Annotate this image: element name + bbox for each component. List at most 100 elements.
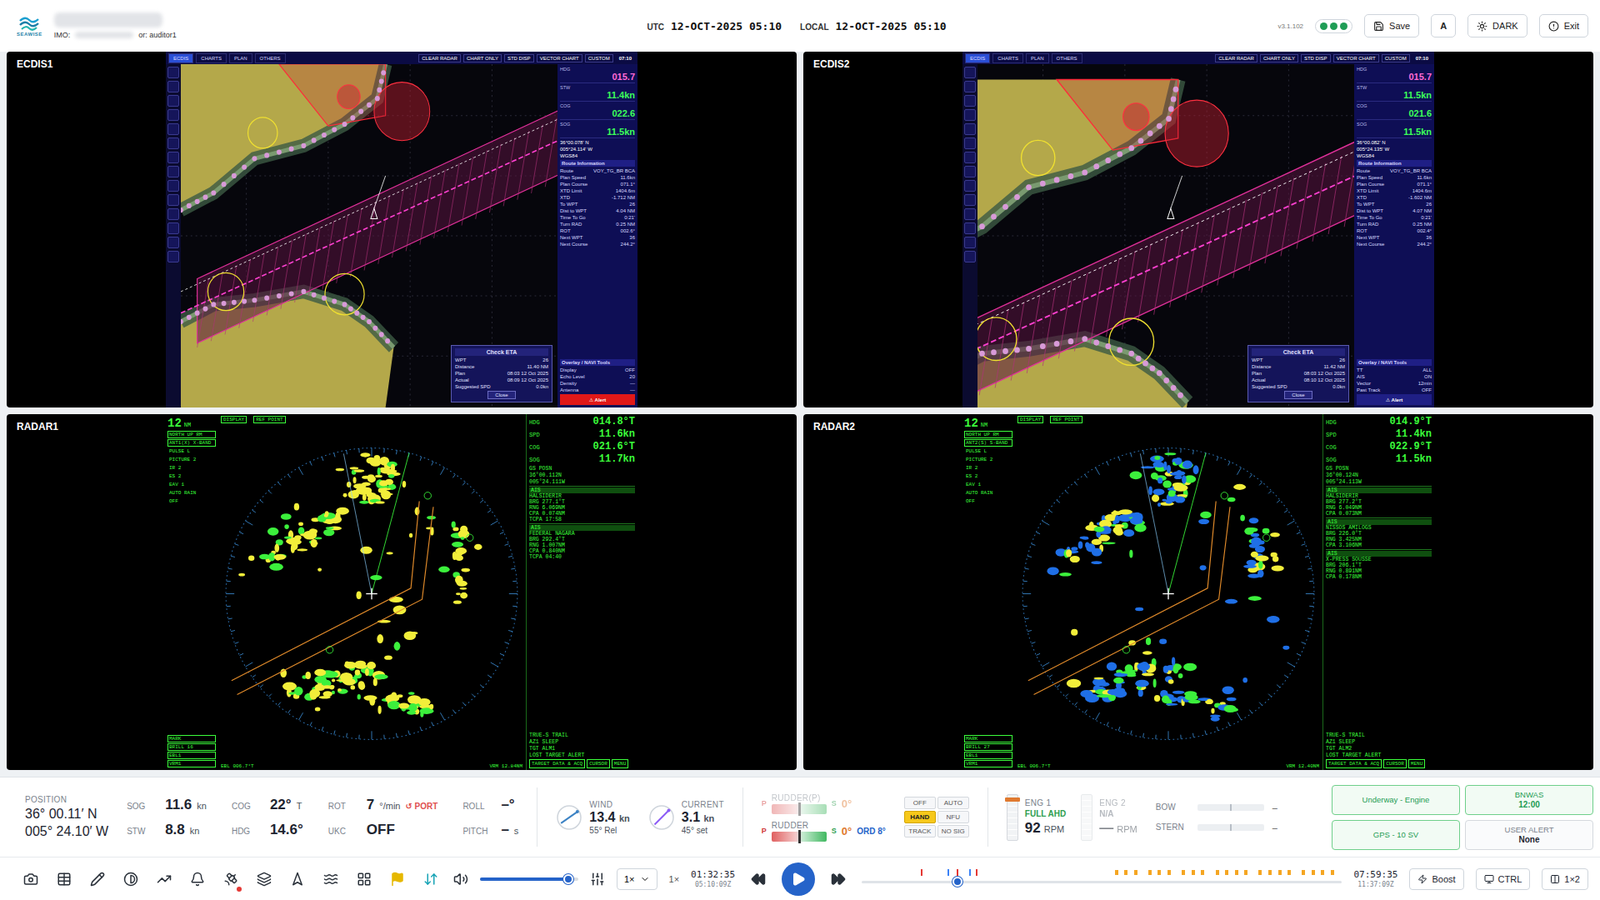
- timeline-event[interactable]: [1258, 870, 1262, 875]
- target-block[interactable]: AISHALSIDERIRBRG 277.1°TRNG 6.069NMCPA 0…: [529, 485, 635, 523]
- ecdis-tool-button[interactable]: [964, 180, 976, 192]
- timeline-event[interactable]: [1301, 870, 1305, 875]
- timeline-marker[interactable]: [947, 869, 950, 876]
- steering-mode-button[interactable]: OFF: [904, 796, 936, 810]
- radar-control[interactable]: BRILL 27: [964, 743, 1013, 751]
- steering-mode-button[interactable]: AUTO: [937, 796, 970, 810]
- status-chip[interactable]: BNWAS12:00: [1465, 785, 1594, 815]
- table-button[interactable]: [53, 868, 75, 890]
- timeline-event[interactable]: [1167, 870, 1171, 875]
- rewind-button[interactable]: [746, 867, 770, 891]
- fast-forward-button[interactable]: [826, 867, 850, 891]
- radar-setting[interactable]: AUTO RAIN: [167, 489, 216, 497]
- camera-button[interactable]: [20, 868, 42, 890]
- bell-button[interactable]: [186, 868, 209, 890]
- ecdis-tool-button[interactable]: [167, 151, 180, 164]
- steering-mode-button[interactable]: NFU: [937, 810, 970, 824]
- radar-setting[interactable]: OFF: [167, 497, 216, 505]
- exit-button[interactable]: Exit: [1539, 14, 1589, 38]
- timeline-event[interactable]: [1278, 870, 1282, 875]
- radar-setting[interactable]: ES 2: [167, 472, 216, 480]
- ecdis-tool-button[interactable]: [167, 180, 180, 192]
- radar-setting[interactable]: IR 2: [167, 464, 216, 472]
- radar-setting[interactable]: ANT2(S) S-BAND: [964, 439, 1013, 447]
- radar-control[interactable]: MARK: [964, 735, 1013, 743]
- radar-footer-button[interactable]: MENU: [611, 759, 629, 769]
- theme-button[interactable]: DARK: [1467, 14, 1528, 38]
- ecdis-tool-button[interactable]: [964, 194, 976, 206]
- status-chip[interactable]: Underway - Engine: [1331, 785, 1460, 815]
- radar-setting[interactable]: AUTO RAIN: [964, 489, 1013, 497]
- ecdis-tool-button[interactable]: [167, 80, 180, 93]
- boost-button[interactable]: Boost: [1409, 868, 1464, 890]
- ecdis-tool-button[interactable]: [964, 250, 976, 263]
- ecdis-tool-button[interactable]: [167, 95, 180, 107]
- target-block[interactable]: AISX-PRESS SOUSSEBRG 206.1°TRNG 0.891NMC…: [1325, 549, 1432, 580]
- steering-mode-button[interactable]: TRACK: [904, 825, 936, 838]
- ecdis-tool-button[interactable]: [167, 137, 180, 150]
- waves-button[interactable]: [320, 868, 342, 890]
- timeline-event[interactable]: [1244, 870, 1248, 875]
- mixer-icon[interactable]: [590, 871, 605, 887]
- ecdis-tool-button[interactable]: [964, 208, 976, 220]
- satellite-button[interactable]: [220, 868, 242, 890]
- radar-setting[interactable]: ES 2: [964, 472, 1013, 480]
- timeline-event[interactable]: [1311, 870, 1315, 875]
- ecdis-menu-tab[interactable]: CHARTS: [195, 53, 227, 64]
- range-readout[interactable]: 12NM: [964, 416, 1013, 430]
- range-readout[interactable]: 12NM: [167, 416, 216, 430]
- plain-button[interactable]: A: [1430, 14, 1456, 38]
- ecdis-mode-button[interactable]: VECTOR CHART: [536, 54, 583, 63]
- play-button[interactable]: [781, 862, 815, 896]
- ecdis-tool-button[interactable]: [167, 250, 180, 263]
- close-button[interactable]: Close: [1284, 390, 1312, 400]
- layout-button[interactable]: 1×2: [1541, 868, 1589, 890]
- timeline-event[interactable]: [1115, 870, 1119, 875]
- radar-setting[interactable]: PULSE L: [964, 447, 1013, 455]
- contrast-button[interactable]: [120, 868, 142, 890]
- timeline-event[interactable]: [1191, 870, 1195, 875]
- radar-footer-button[interactable]: CURSOR: [1383, 759, 1407, 769]
- ecdis-tool-button[interactable]: [964, 66, 976, 79]
- timeline-event[interactable]: [1287, 870, 1291, 875]
- ecdis-tool-button[interactable]: [964, 236, 976, 249]
- ecdis-tool-button[interactable]: [167, 165, 180, 178]
- layers-button[interactable]: [253, 868, 275, 890]
- timeline-event[interactable]: [1181, 870, 1185, 875]
- radar-top-button[interactable]: REF POINT: [253, 415, 285, 424]
- radar-setting[interactable]: OFF: [964, 497, 1013, 505]
- timeline-marker[interactable]: [956, 869, 959, 876]
- radar-footer-button[interactable]: TARGET DATA & ACQ: [1325, 759, 1382, 769]
- ecdis-mode-button[interactable]: CUSTOM: [1381, 54, 1410, 63]
- radar-scope[interactable]: [217, 425, 526, 763]
- steering-mode-button[interactable]: NO SIG: [937, 825, 970, 838]
- radar-footer-button[interactable]: MENU: [1408, 759, 1425, 769]
- pencil-button[interactable]: [86, 868, 109, 890]
- ecdis-menu-tab[interactable]: OTHERS: [255, 53, 286, 64]
- ecdis-tool-button[interactable]: [964, 222, 976, 235]
- radar-setting[interactable]: PULSE L: [167, 447, 216, 455]
- ecdis-tool-button[interactable]: [964, 165, 976, 178]
- radar-control[interactable]: EBL1: [964, 751, 1013, 760]
- radar-control[interactable]: MARK: [167, 735, 216, 743]
- ctrl-button[interactable]: CTRL: [1475, 868, 1531, 890]
- timeline-event[interactable]: [1225, 870, 1229, 875]
- ecdis-mode-button[interactable]: STD DISP: [1300, 54, 1331, 63]
- timeline-event[interactable]: [1157, 870, 1161, 875]
- target-block[interactable]: AISHALSIDERIRBRG 277.2°TRNG 6.049NMCPA 0…: [1325, 485, 1432, 517]
- status-chip[interactable]: GPS - 10 SV: [1331, 820, 1460, 850]
- ecdis-menu-tab[interactable]: PLAN: [1025, 53, 1050, 64]
- speed-select[interactable]: 1×: [616, 868, 658, 890]
- radar-setting[interactable]: PICTURE 2: [167, 455, 216, 464]
- grid-button[interactable]: [353, 868, 375, 890]
- ecdis-tool-button[interactable]: [167, 66, 180, 79]
- status-chip[interactable]: USER ALERTNone: [1465, 820, 1594, 850]
- timeline-event[interactable]: [1200, 870, 1205, 875]
- timeline-event[interactable]: [1124, 870, 1128, 875]
- timeline[interactable]: [861, 868, 1342, 890]
- ecdis-mode-button[interactable]: VECTOR CHART: [1333, 54, 1380, 63]
- ecdis-tool-button[interactable]: [964, 123, 976, 135]
- ecdis-menu-tab[interactable]: ECDIS: [168, 53, 194, 64]
- radar-control[interactable]: VRM1: [964, 760, 1013, 768]
- target-block[interactable]: AISNISSOS AMILOGSBRG 226.0°TRNG 3.425NMC…: [1325, 517, 1432, 549]
